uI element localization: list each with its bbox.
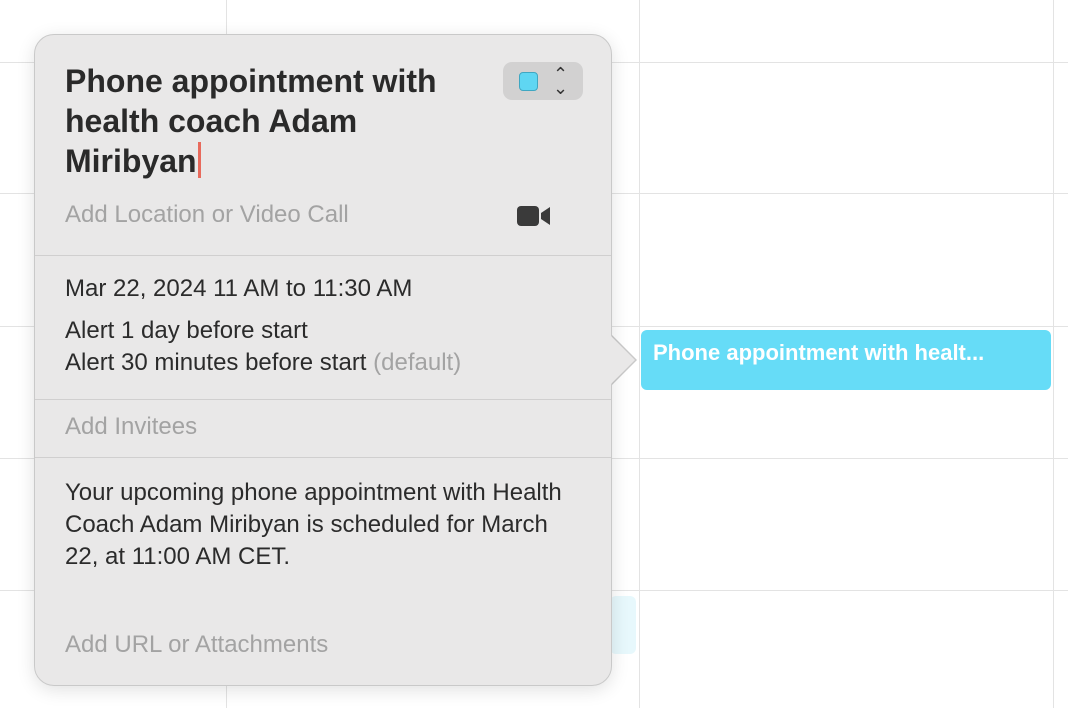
- invitees-field[interactable]: Add Invitees: [65, 413, 197, 441]
- event-notes-field[interactable]: Your upcoming phone appointment with Hea…: [65, 477, 565, 573]
- text-cursor: [197, 142, 201, 178]
- calendar-event-partial[interactable]: [610, 596, 636, 654]
- alert-label: Alert 30 minutes before start: [65, 349, 367, 376]
- grid-line: [1053, 0, 1054, 708]
- calendar-color-picker[interactable]: ⌃ ⌄: [503, 62, 583, 100]
- alert-default-note: (default): [373, 349, 462, 376]
- chevron-up-down-icon: ⌃ ⌄: [553, 64, 569, 98]
- divider: [35, 457, 611, 458]
- grid-line: [639, 0, 640, 708]
- alert-row[interactable]: Alert 1 day before start: [65, 317, 308, 345]
- event-detail-popover: Phone appointment with health coach Adam…: [34, 34, 612, 686]
- location-field[interactable]: Add Location or Video Call: [65, 201, 349, 229]
- event-title-field[interactable]: Phone appointment with health coach Adam…: [65, 61, 485, 181]
- alert-row[interactable]: Alert 30 minutes before start (default): [65, 349, 461, 377]
- alert-label: Alert 1 day before start: [65, 317, 308, 344]
- calendar-event-chip[interactable]: Phone appointment with healt...: [641, 330, 1051, 390]
- video-camera-icon[interactable]: [517, 205, 551, 227]
- event-title-text: Phone appointment with health coach Adam…: [65, 63, 437, 179]
- event-date-time[interactable]: Mar 22, 2024 11 AM to 11:30 AM: [65, 275, 412, 303]
- popover-arrow: [609, 334, 635, 386]
- divider: [35, 399, 611, 400]
- divider: [35, 255, 611, 256]
- color-swatch: [519, 72, 538, 91]
- url-attachments-field[interactable]: Add URL or Attachments: [65, 631, 328, 659]
